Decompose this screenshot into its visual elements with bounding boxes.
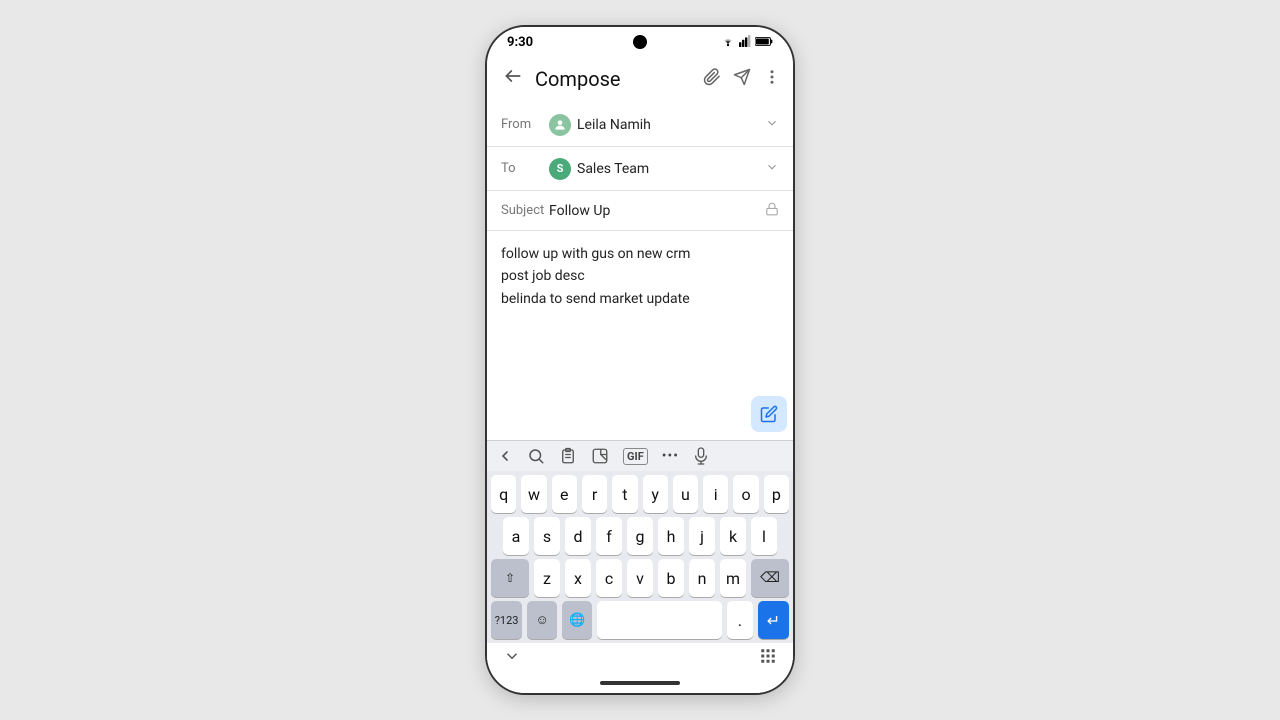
keyboard-back-button[interactable] — [497, 448, 513, 464]
keyboard-bottom-row: ?123 ☺ 🌐 . ↵ — [487, 597, 793, 643]
from-field-row[interactable]: From Leila Namih — [487, 103, 793, 147]
key-h[interactable]: h — [658, 517, 684, 555]
nav-bar — [487, 643, 793, 677]
key-z[interactable]: z — [534, 559, 560, 597]
back-button[interactable] — [499, 62, 527, 95]
enter-key[interactable]: ↵ — [758, 601, 789, 639]
emoji-key[interactable]: ☺ — [527, 601, 557, 639]
to-chevron-icon — [765, 159, 779, 178]
body-line2: post job desc — [501, 265, 779, 287]
email-form: From Leila Namih To S Sa — [487, 103, 793, 693]
to-name: Sales Team — [577, 161, 649, 177]
body-line1: follow up with gus on new crm — [501, 243, 779, 265]
compose-title: Compose — [535, 67, 695, 91]
key-t[interactable]: t — [612, 475, 637, 513]
sticker-button[interactable] — [591, 447, 609, 465]
status-bar: 9:30 — [487, 27, 793, 54]
from-label: From — [501, 117, 549, 132]
home-bar — [600, 681, 680, 685]
from-avatar — [549, 114, 571, 136]
key-o[interactable]: o — [733, 475, 758, 513]
key-j[interactable]: j — [689, 517, 715, 555]
phone-frame: 9:30 — [485, 25, 795, 695]
period-key[interactable]: . — [727, 601, 753, 639]
backspace-key[interactable]: ⌫ — [751, 559, 789, 597]
key-g[interactable]: g — [627, 517, 653, 555]
keyboard-toolbar: GIF ••• — [487, 440, 793, 471]
key-d[interactable]: d — [565, 517, 591, 555]
to-field-row[interactable]: To S Sales Team — [487, 147, 793, 191]
key-e[interactable]: e — [552, 475, 577, 513]
app-bar-icons — [703, 68, 781, 90]
mic-button[interactable] — [693, 447, 709, 465]
key-f[interactable]: f — [596, 517, 622, 555]
camera-notch — [633, 35, 647, 49]
nav-down-button[interactable] — [503, 647, 521, 669]
gif-button[interactable]: GIF — [623, 448, 648, 465]
globe-key[interactable]: 🌐 — [562, 601, 592, 639]
space-key[interactable] — [597, 601, 722, 639]
key-v[interactable]: v — [627, 559, 653, 597]
home-indicator — [487, 677, 793, 693]
subject-label: Subject — [501, 203, 549, 218]
app-bar: Compose — [487, 54, 793, 103]
key-p[interactable]: p — [764, 475, 789, 513]
keyboard-row2: a s d f g h j k l — [487, 513, 793, 555]
key-w[interactable]: w — [521, 475, 546, 513]
shift-key[interactable]: ⇧ — [491, 559, 529, 597]
key-r[interactable]: r — [582, 475, 607, 513]
to-label: To — [501, 161, 549, 176]
attach-button[interactable] — [703, 68, 721, 90]
key-n[interactable]: n — [689, 559, 715, 597]
search-button[interactable] — [527, 447, 545, 465]
clipboard-button[interactable] — [559, 447, 577, 465]
from-value: Leila Namih — [549, 114, 765, 136]
compose-fab-button[interactable] — [751, 396, 787, 432]
lock-icon — [765, 201, 779, 220]
body-line3: belinda to send market update — [501, 288, 779, 310]
key-l[interactable]: l — [751, 517, 777, 555]
email-body[interactable]: follow up with gus on new crm post job d… — [487, 231, 793, 440]
battery-icon — [755, 36, 773, 50]
status-time: 9:30 — [507, 35, 533, 50]
key-x[interactable]: x — [565, 559, 591, 597]
to-value: S Sales Team — [549, 158, 765, 180]
key-b[interactable]: b — [658, 559, 684, 597]
key-c[interactable]: c — [596, 559, 622, 597]
nav-grid-button[interactable] — [759, 647, 777, 669]
keyboard-row3: ⇧ z x c v b n m ⌫ — [487, 555, 793, 597]
wifi-icon — [721, 35, 735, 50]
key-u[interactable]: u — [673, 475, 698, 513]
keyboard: q w e r t y u i o p a s d f g h j k — [487, 471, 793, 643]
key-i[interactable]: i — [703, 475, 728, 513]
num-key[interactable]: ?123 — [491, 601, 522, 639]
key-y[interactable]: y — [643, 475, 668, 513]
more-button[interactable] — [763, 68, 781, 90]
key-q[interactable]: q — [491, 475, 516, 513]
key-a[interactable]: a — [503, 517, 529, 555]
key-s[interactable]: s — [534, 517, 560, 555]
signal-icon — [739, 35, 751, 50]
more-toolbar-button[interactable]: ••• — [662, 448, 679, 464]
from-chevron-icon — [765, 115, 779, 134]
send-button[interactable] — [733, 68, 751, 90]
subject-field-row[interactable]: Subject Follow Up — [487, 191, 793, 231]
status-icons — [721, 35, 773, 50]
subject-value: Follow Up — [549, 203, 765, 219]
from-name: Leila Namih — [577, 117, 651, 133]
key-k[interactable]: k — [720, 517, 746, 555]
keyboard-row1: q w e r t y u i o p — [487, 471, 793, 513]
key-m[interactable]: m — [720, 559, 746, 597]
to-avatar: S — [549, 158, 571, 180]
